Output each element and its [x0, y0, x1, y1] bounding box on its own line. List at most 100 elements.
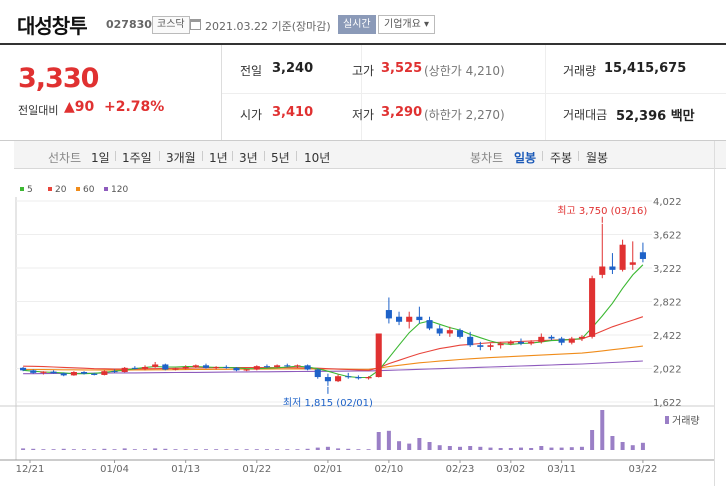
- volume-bar: [478, 446, 483, 450]
- candle-body: [517, 341, 525, 344]
- x-tick-label: 02/01: [314, 464, 343, 475]
- volume-bar: [468, 446, 473, 450]
- volume-bar: [427, 442, 432, 450]
- candle-body: [172, 368, 179, 370]
- volume-bar: [285, 449, 290, 450]
- candle-body: [497, 343, 504, 346]
- candle-body: [152, 364, 159, 367]
- candle-body: [375, 333, 382, 378]
- volume-legend-swatch: [665, 416, 669, 424]
- candle-body: [131, 367, 138, 369]
- volume-bar: [112, 449, 117, 450]
- volume-bar: [305, 448, 310, 450]
- candle-body: [81, 372, 88, 374]
- candle-body: [355, 377, 362, 379]
- volume-bar: [610, 436, 615, 450]
- candle-chart-label: 봉차트: [470, 151, 504, 165]
- x-tick-label: 03/02: [496, 464, 525, 475]
- volume-bar: [498, 448, 503, 450]
- candle-monthly[interactable]: 월봉: [586, 149, 608, 166]
- volume-bar: [417, 438, 422, 450]
- period-1y[interactable]: 1년: [209, 149, 228, 166]
- candle-body: [507, 341, 514, 344]
- volume-bar: [183, 449, 188, 450]
- volume-bar: [122, 448, 127, 450]
- volume-bar: [61, 448, 66, 450]
- volume-bar: [143, 449, 148, 450]
- volume-bar: [132, 449, 137, 450]
- volume-bar: [437, 445, 442, 450]
- period-10y[interactable]: 10년: [304, 149, 330, 166]
- y-tick-label: 2,022: [653, 365, 682, 376]
- realtime-button[interactable]: 실시간: [338, 15, 376, 34]
- volume-bar: [214, 449, 219, 450]
- volume-bar: [51, 449, 56, 450]
- candle-body: [263, 366, 270, 368]
- volume-bar: [102, 448, 107, 450]
- candle-weekly[interactable]: 주봉: [550, 149, 572, 166]
- stock-header: 대성창투 027830 코스닥 2021.03.22 기준(장마감) 실시간 기…: [0, 0, 726, 44]
- toolbar-separator: [542, 151, 543, 161]
- volume-bar: [366, 449, 371, 450]
- volume-bar: [518, 447, 523, 450]
- volume-bar: [640, 442, 645, 450]
- candle-body: [40, 371, 47, 373]
- candle-body: [70, 372, 77, 376]
- x-tick-label: 12/21: [16, 464, 45, 475]
- stats-row-divider: [222, 93, 726, 94]
- candle-body: [426, 320, 433, 329]
- low-value: 3,290: [381, 105, 423, 120]
- company-overview-button[interactable]: 기업개요 ▾: [378, 15, 435, 34]
- candle-body: [456, 330, 464, 337]
- volume-bar: [508, 448, 513, 450]
- period-3m[interactable]: 3개월: [166, 149, 196, 166]
- legend-swatch-5: [20, 187, 24, 191]
- volume-bar: [488, 447, 493, 450]
- ma20-line: [23, 316, 644, 371]
- candle-body: [639, 252, 646, 259]
- candle-body: [589, 278, 596, 337]
- x-tick-label: 02/23: [446, 464, 475, 475]
- period-1w[interactable]: 1주일: [122, 149, 152, 166]
- y-tick-label: 1,622: [653, 398, 682, 409]
- legend-label-60: 60: [83, 185, 95, 195]
- candle-body: [568, 338, 575, 343]
- market-badge: 코스닥: [152, 16, 190, 34]
- period-1d[interactable]: 1일: [91, 149, 110, 166]
- open-value: 3,410: [272, 105, 314, 120]
- candle-daily[interactable]: 일봉: [514, 149, 536, 166]
- candle-body: [578, 336, 585, 339]
- amount-value: 52,396 백만: [616, 109, 695, 124]
- period-3y[interactable]: 3년: [239, 149, 258, 166]
- candle-body: [396, 316, 403, 322]
- volume-bar: [315, 447, 320, 450]
- low-annotation: 최저 1,815 (02/01): [283, 397, 373, 409]
- candle-body: [599, 266, 606, 275]
- change-value: ▲90: [64, 99, 95, 115]
- volume-bar: [539, 446, 544, 450]
- volume-bar: [397, 441, 402, 450]
- current-price: 3,330: [18, 63, 99, 94]
- volume-label: 거래량: [563, 64, 597, 78]
- prev-close-value: 3,240: [272, 61, 314, 76]
- volume-bar: [458, 446, 463, 450]
- candle-body: [314, 369, 321, 378]
- volume-bar: [346, 448, 351, 450]
- candle-body: [274, 365, 281, 367]
- ma5-line: [23, 264, 644, 379]
- candle-body: [192, 365, 199, 367]
- candle-body: [162, 364, 169, 370]
- candle-body: [609, 266, 616, 270]
- toolbar-separator: [296, 151, 297, 161]
- price-chart[interactable]: 5 20 60 120 4,022 3,622 3,222 2,822 2,422 2,022 1,…: [0, 170, 726, 486]
- period-5y[interactable]: 5년: [271, 149, 290, 166]
- toolbar-separator: [232, 151, 233, 161]
- volume-label: 거래량: [672, 415, 700, 427]
- y-tick-label: 2,822: [653, 298, 682, 309]
- candle-body: [446, 330, 453, 334]
- x-tick-label: 01/22: [242, 464, 271, 475]
- volume-bar: [376, 432, 381, 450]
- x-tick-label: 03/11: [547, 464, 576, 475]
- candle-body: [253, 366, 260, 370]
- volume-bar: [173, 449, 178, 450]
